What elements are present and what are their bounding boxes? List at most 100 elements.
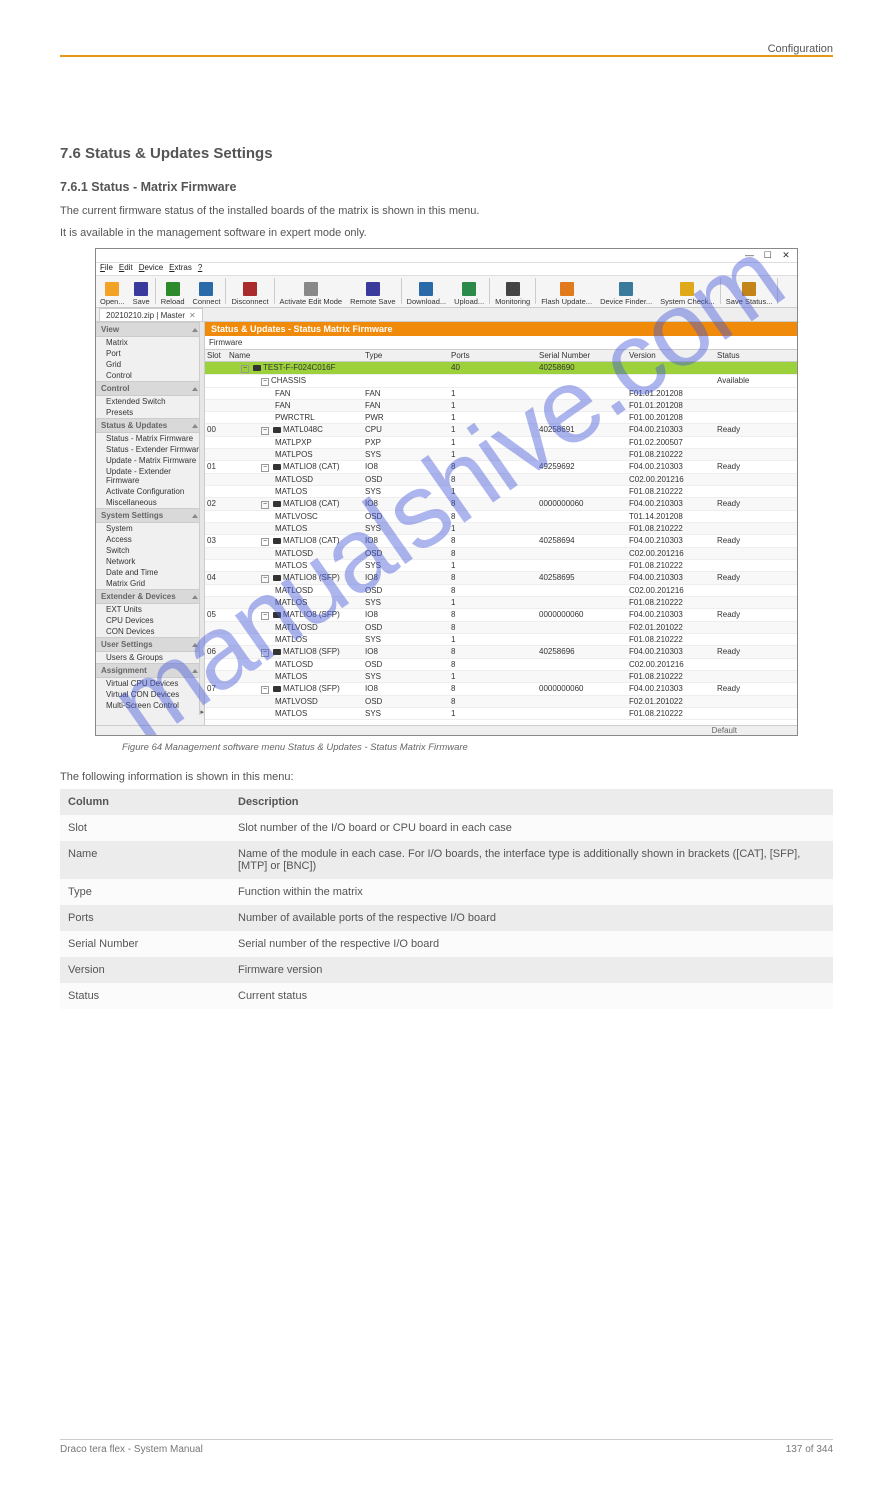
table-row[interactable]: MATLOSSYS1F01.08.210222 [205,708,797,720]
table-row[interactable]: MATLOSDOSD8C02.00.201216 [205,585,797,597]
col-header-name[interactable]: Name [227,350,363,361]
toolbar-activate-edit-mode[interactable]: Activate Edit Mode [276,282,347,307]
table-row[interactable]: MATLOSSYS1F01.08.210222 [205,486,797,498]
expand-icon[interactable]: − [261,575,269,583]
nav-item-con-devices[interactable]: CON Devices [96,626,204,637]
table-row[interactable]: MATLOSSYS1F01.08.210222 [205,597,797,609]
nav-item-miscellaneous[interactable]: Miscellaneous [96,497,204,508]
table-row[interactable]: 06−MATLIO8 (SFP)IO8840258696F04.00.21030… [205,646,797,659]
nav-item-extended-switch[interactable]: Extended Switch [96,396,204,407]
toolbar-connect[interactable]: Connect [189,282,225,307]
table-row[interactable]: 07−MATLIO8 (SFP)IO880000000060F04.00.210… [205,683,797,696]
table-row[interactable]: MATLPOSSYS1F01.08.210222 [205,449,797,461]
col-header-slot[interactable]: Slot [205,350,227,361]
table-row[interactable]: MATLOSDOSD8C02.00.201216 [205,659,797,671]
nav-item-date-and-time[interactable]: Date and Time [96,567,204,578]
nav-header-assignment[interactable]: Assignment [96,663,204,678]
nav-collapse-handle[interactable] [199,322,204,715]
col-header-ports[interactable]: Ports [449,350,537,361]
toolbar-device-finder-[interactable]: Device Finder... [596,282,656,307]
nav-item-access[interactable]: Access [96,534,204,545]
toolbar-remote-save[interactable]: Remote Save [346,282,399,307]
document-tab[interactable]: 20210210.zip | Master✕ [99,308,203,321]
nav-item-multi-screen-control[interactable]: Multi-Screen Control [96,700,204,711]
toolbar-save[interactable]: Save [129,282,154,307]
table-row[interactable]: PWRCTRLPWR1F01.00.201208 [205,412,797,424]
nav-item-network[interactable]: Network [96,556,204,567]
nav-item-switch[interactable]: Switch [96,545,204,556]
nav-item-activate-configuration[interactable]: Activate Configuration [96,486,204,497]
toolbar-monitoring[interactable]: Monitoring [491,282,534,307]
toolbar-flash-update-[interactable]: Flash Update... [537,282,596,307]
table-row[interactable]: 03−MATLIO8 (CAT)IO8840258694F04.00.21030… [205,535,797,548]
minimize-button[interactable]: — [745,250,755,260]
nav-item-presets[interactable]: Presets [96,407,204,418]
col-header-version[interactable]: Version [627,350,715,361]
table-row[interactable]: 05−MATLIO8 (SFP)IO880000000060F04.00.210… [205,609,797,622]
menu-extras[interactable]: Extras [169,263,192,272]
table-row[interactable]: MATLOSSYS1F01.08.210222 [205,634,797,646]
nav-item-port[interactable]: Port [96,348,204,359]
toolbar-system-check-[interactable]: System Check... [656,282,719,307]
nav-item-cpu-devices[interactable]: CPU Devices [96,615,204,626]
table-row[interactable]: MATLVOSCOSD8T01.14.201208 [205,511,797,523]
nav-header-view[interactable]: View [96,322,204,337]
expand-icon[interactable]: − [261,686,269,694]
table-row[interactable]: FANFAN1F01.01.201208 [205,400,797,412]
table-row[interactable]: MATLVOSDOSD8F02.01.201022 [205,622,797,634]
table-row[interactable]: 00−MATL048CCPU140258691F04.00.210303Read… [205,424,797,437]
nav-header-control[interactable]: Control [96,381,204,396]
nav-item-update-extender-firmware[interactable]: Update - Extender Firmware [96,466,204,486]
expand-icon[interactable]: − [261,378,269,386]
menu-?[interactable]: ? [198,263,202,272]
nav-item-system[interactable]: System [96,523,204,534]
nav-header-extender-devices[interactable]: Extender & Devices [96,589,204,604]
nav-item-matrix-grid[interactable]: Matrix Grid [96,578,204,589]
nav-item-grid[interactable]: Grid [96,359,204,370]
expand-icon[interactable]: − [261,612,269,620]
expand-icon[interactable]: − [241,365,249,373]
toolbar-download-[interactable]: Download... [403,282,451,307]
nav-item-status-extender-firmware[interactable]: Status - Extender Firmware [96,444,204,455]
tab-close-icon[interactable]: ✕ [189,311,196,320]
table-row[interactable]: −CHASSISAvailable [205,375,797,388]
firmware-tab[interactable]: Firmware [205,336,797,350]
table-row[interactable]: MATLOSDOSD8C02.00.201216 [205,548,797,560]
table-row[interactable]: MATLOSSYS1F01.08.210222 [205,671,797,683]
nav-item-matrix[interactable]: Matrix [96,337,204,348]
nav-header-user-settings[interactable]: User Settings [96,637,204,652]
nav-item-update-matrix-firmware[interactable]: Update - Matrix Firmware [96,455,204,466]
table-row[interactable]: FANFAN1F01.01.201208 [205,388,797,400]
toolbar-reload[interactable]: Reload [157,282,189,307]
menu-edit[interactable]: Edit [119,263,133,272]
nav-item-virtual-cpu-devices[interactable]: Virtual CPU Devices [96,678,204,689]
col-header-serial-number[interactable]: Serial Number [537,350,627,361]
table-row[interactable]: MATLVOSDOSD8F02.01.201022 [205,696,797,708]
expand-icon[interactable]: − [261,649,269,657]
maximize-button[interactable]: ☐ [763,250,773,261]
table-row[interactable]: MATLOSDOSD8C02.00.201216 [205,474,797,486]
close-button[interactable]: ✕ [781,250,791,261]
nav-item-control[interactable]: Control [96,370,204,381]
nav-item-users-groups[interactable]: Users & Groups [96,652,204,663]
table-row[interactable]: MATLPXPPXP1F01.02.200507 [205,437,797,449]
nav-item-ext-units[interactable]: EXT Units [96,604,204,615]
expand-icon[interactable]: − [261,427,269,435]
toolbar-open-[interactable]: Open... [96,282,129,307]
col-header-status[interactable]: Status [715,350,797,361]
toolbar-save-status-[interactable]: Save Status... [722,282,777,307]
nav-header-status-updates[interactable]: Status & Updates [96,418,204,433]
toolbar-disconnect[interactable]: Disconnect [227,282,272,307]
nav-header-system-settings[interactable]: System Settings [96,508,204,523]
table-row[interactable]: −TEST-F-F024C016F4040258690 [205,362,797,375]
nav-item-virtual-con-devices[interactable]: Virtual CON Devices [96,689,204,700]
menu-bar[interactable]: FileEditDeviceExtras? [96,263,797,276]
toolbar-upload-[interactable]: Upload... [450,282,488,307]
table-row[interactable]: 04−MATLIO8 (SFP)IO8840258695F04.00.21030… [205,572,797,585]
menu-file[interactable]: File [100,263,113,272]
table-row[interactable]: 02−MATLIO8 (CAT)IO880000000060F04.00.210… [205,498,797,511]
expand-icon[interactable]: − [261,464,269,472]
table-row[interactable]: MATLOSSYS1F01.08.210222 [205,523,797,535]
nav-item-status-matrix-firmware[interactable]: Status - Matrix Firmware [96,433,204,444]
table-row[interactable]: MATLOSSYS1F01.08.210222 [205,560,797,572]
